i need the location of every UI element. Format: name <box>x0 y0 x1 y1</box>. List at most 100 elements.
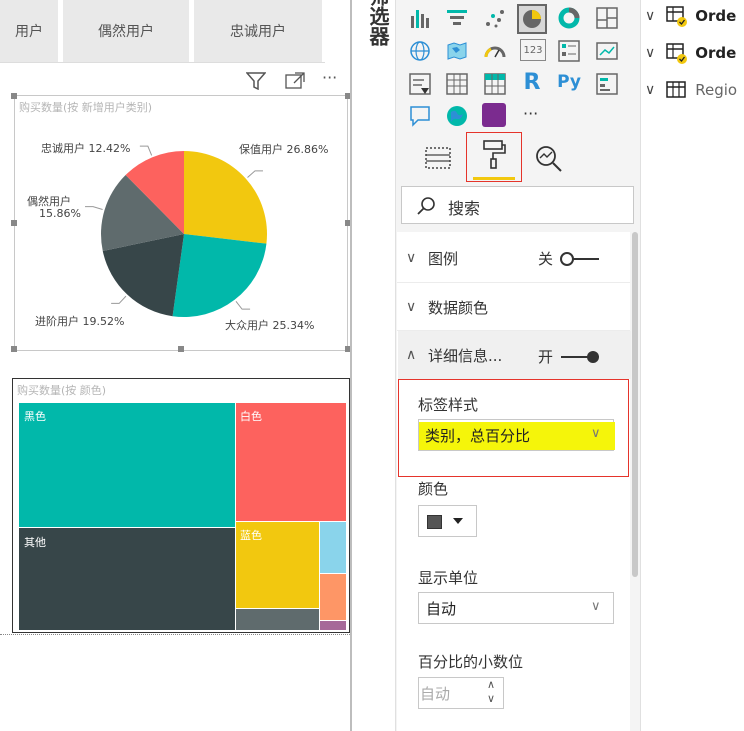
table-icon[interactable] <box>445 72 469 96</box>
scatter-chart-icon[interactable] <box>483 6 507 30</box>
section-data-colors[interactable]: ∨ 数据颜色 <box>398 283 631 331</box>
gauge-icon[interactable] <box>483 39 507 63</box>
active-tab-underline <box>473 177 515 180</box>
pie-label-preserve: 保值用户 26.86% <box>239 143 329 156</box>
tab-occasional-user[interactable]: 偶然用户 <box>63 0 189 62</box>
tab-user[interactable]: 用户 <box>0 0 58 62</box>
visual-gallery: 123 R Py ··· <box>405 4 635 128</box>
python-script-icon[interactable]: Py <box>557 70 581 94</box>
visual-header: ··· <box>240 68 350 92</box>
pie-chart-icon-selected[interactable] <box>517 4 547 34</box>
display-units-dropdown[interactable]: 自动 ∨ <box>418 592 614 624</box>
map-icon[interactable] <box>408 39 432 63</box>
slicer-icon[interactable] <box>408 72 432 96</box>
search-icon <box>417 197 435 215</box>
pie-leader-line <box>235 300 251 310</box>
pie-slice[interactable] <box>172 234 267 317</box>
filters-pane-collapsed[interactable]: 筛选器 <box>352 0 396 731</box>
paint-roller-icon <box>483 140 506 169</box>
tab-loyal-user[interactable]: 忠诚用户 <box>194 0 322 62</box>
canvas-dotted-border <box>0 634 352 635</box>
fields-pane <box>640 0 744 731</box>
display-units-label: 显示单位 <box>418 569 479 587</box>
tab-strip-border <box>0 62 325 63</box>
field-item-3[interactable]: ∨ Regio <box>645 78 737 102</box>
filter-icon[interactable] <box>246 72 266 90</box>
treemap-tile-gray[interactable] <box>236 609 319 630</box>
chevron-down-icon: ∨ <box>406 250 417 266</box>
treemap-label-other: 其他 <box>24 536 46 549</box>
format-pane-scrollbar[interactable] <box>632 232 638 577</box>
caret-down-icon <box>453 518 463 524</box>
stepper-up-icon[interactable]: ∧ <box>487 678 495 691</box>
chevron-down-icon: ∨ <box>591 599 601 614</box>
more-visuals-icon[interactable]: ··· <box>523 104 538 123</box>
resize-handle[interactable] <box>178 346 184 352</box>
resize-handle[interactable] <box>11 346 17 352</box>
filled-map-icon[interactable] <box>445 39 469 63</box>
treemap-tile-black[interactable] <box>19 403 235 527</box>
qa-icon[interactable] <box>408 104 432 128</box>
fields-tab-icon <box>425 147 451 169</box>
custom-visual-icon[interactable] <box>482 103 506 127</box>
treemap-tile-purple[interactable] <box>320 621 346 630</box>
resize-handle[interactable] <box>11 220 17 226</box>
pane-tab-fields[interactable] <box>420 140 456 176</box>
pie-label-advanced: 进阶用户 19.52% <box>35 315 125 328</box>
format-search-input[interactable]: 搜索 <box>401 186 634 224</box>
globe-icon[interactable] <box>445 104 469 128</box>
more-options-icon[interactable]: ··· <box>322 68 337 87</box>
decimal-places-stepper[interactable]: 自动 ∧ ∨ <box>418 677 504 709</box>
color-picker[interactable] <box>418 505 477 537</box>
multi-row-card-icon[interactable] <box>557 39 581 63</box>
toggle-on-icon <box>561 350 600 363</box>
label-style-value: 类别，总百分比 <box>425 427 531 445</box>
treemap-title: 购买数量(按 颜色) <box>17 384 107 397</box>
pie-label-occasional-pct: 15.86% <box>39 207 81 220</box>
kpi-icon[interactable] <box>595 39 619 63</box>
pie-leader-line <box>85 206 103 210</box>
treemap-tile-other[interactable] <box>19 528 235 630</box>
section-legend-label: 图例 <box>428 249 459 268</box>
analytics-magnifier-icon <box>536 146 562 172</box>
label-style-dropdown[interactable]: 类别，总百分比 ∨ <box>418 419 615 451</box>
focus-mode-icon[interactable] <box>285 72 305 90</box>
chevron-down-icon: ∨ <box>591 426 601 441</box>
resize-handle[interactable] <box>11 93 17 99</box>
pie-leader-line <box>247 170 263 178</box>
stacked-column-chart-icon[interactable] <box>408 6 432 30</box>
tab-label: 偶然用户 <box>98 24 154 40</box>
chevron-down-icon: ∨ <box>645 45 656 61</box>
key-influencers-icon[interactable] <box>595 72 619 96</box>
stepper-down-icon[interactable]: ∨ <box>487 692 495 705</box>
field-item-2[interactable]: ∨ Orde <box>645 41 736 65</box>
legend-toggle[interactable]: 关 <box>538 248 601 269</box>
matrix-icon[interactable] <box>483 72 507 96</box>
label-style-label: 标签样式 <box>418 396 479 414</box>
card-icon[interactable]: 123 <box>520 39 546 61</box>
search-placeholder: 搜索 <box>448 199 481 218</box>
treemap-tile-orange[interactable] <box>320 574 346 620</box>
treemap-visual[interactable]: 购买数量(按 颜色) 黑色 其他 白色 蓝色 <box>12 378 350 633</box>
treemap-tile-lightblue[interactable] <box>320 522 346 573</box>
tab-label: 忠诚用户 <box>230 24 286 40</box>
pie-slice[interactable] <box>184 151 267 244</box>
r-script-icon[interactable]: R <box>520 70 544 95</box>
table-checked-icon <box>666 43 688 64</box>
donut-chart-icon[interactable] <box>557 6 581 30</box>
pie-visual[interactable]: 购买数量(按 新增用户类别) 保值用户 26.86% 大众用户 25.34% 进… <box>14 95 348 351</box>
chevron-down-icon: ∨ <box>406 299 417 315</box>
treemap-icon[interactable] <box>595 6 619 30</box>
section-data-colors-label: 数据颜色 <box>428 298 489 317</box>
filters-pane-title: 筛选器 <box>366 0 390 46</box>
pane-tab-format[interactable] <box>466 132 522 182</box>
details-toggle[interactable]: 开 <box>538 346 601 367</box>
field-item-1[interactable]: ∨ Orde <box>645 4 736 28</box>
color-swatch <box>427 515 442 529</box>
decimal-places-label: 百分比的小数位 <box>418 653 524 671</box>
funnel-icon[interactable] <box>445 6 469 30</box>
chevron-down-icon: ∨ <box>645 8 656 24</box>
section-details-label: 详细信息... <box>428 346 503 365</box>
pane-tab-analytics[interactable] <box>530 140 566 176</box>
color-label: 颜色 <box>418 480 449 498</box>
